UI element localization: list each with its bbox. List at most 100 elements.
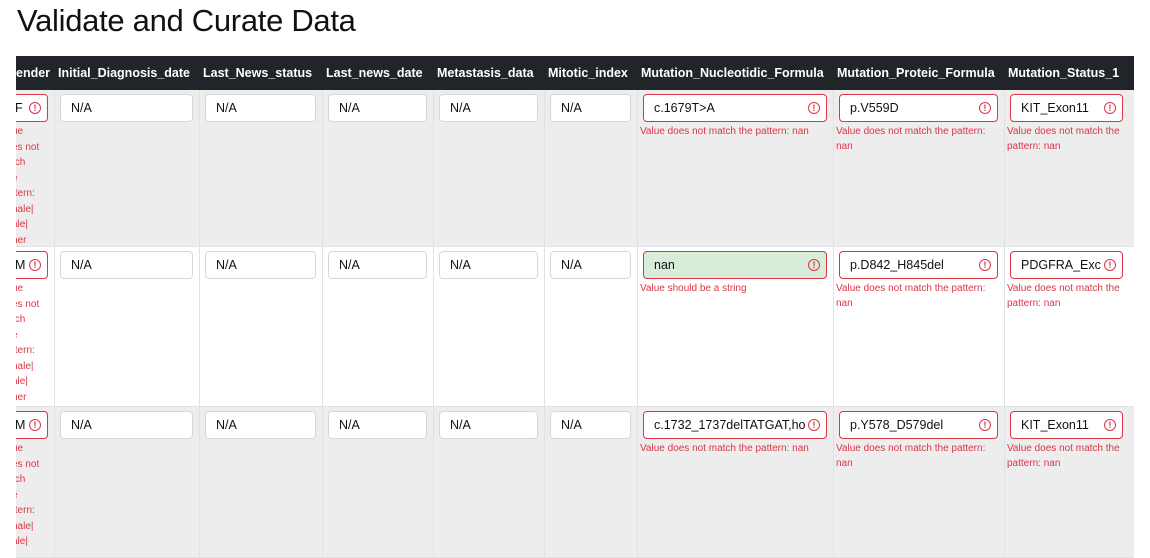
cell-input-last-news-status[interactable]: N/A	[205, 251, 316, 279]
cell-input-last-news-date[interactable]: N/A	[328, 94, 427, 122]
cell-input-last-news-date[interactable]: N/A	[328, 411, 427, 439]
cell-input-mitotic-index[interactable]: N/A	[550, 251, 631, 279]
validation-error-line: e	[16, 328, 46, 344]
validation-error: Value does not match the pattern: nan	[1007, 126, 1120, 152]
validation-error-line: es not	[16, 458, 40, 470]
validation-error-line: ue	[16, 126, 24, 137]
cell-input-mutation-nucleotidic-formula[interactable]: c.1732_1737delTATGAT,ho!	[643, 411, 827, 439]
validation-error-line: tch	[16, 474, 26, 485]
validation-error-line: ue	[16, 443, 24, 454]
cell-input-mutation-status-1[interactable]: KIT_Exon11!	[1010, 411, 1123, 439]
cell-input-last-news-status[interactable]: N/A	[205, 411, 316, 439]
exclamation-circle-icon: !	[1104, 419, 1116, 431]
validation-error: Value does not match the pattern: nan	[640, 443, 809, 454]
validation-error-line: ale|	[16, 219, 28, 230]
validation-error-line: es not	[16, 141, 40, 153]
column-divider	[54, 247, 55, 406]
column-divider	[322, 407, 323, 557]
cell-input-mutation-proteic-formula[interactable]: p.Y578_D579del!	[839, 411, 998, 439]
validation-error-line: e	[16, 488, 46, 504]
validation-error-line: nale|	[16, 360, 34, 372]
cell-input-metastasis-data[interactable]: N/A	[439, 251, 538, 279]
cell-value: N/A	[561, 101, 582, 115]
cell-input-mutation-proteic-formula[interactable]: p.V559D!	[839, 94, 998, 122]
data-table: ender Initial_Diagnosis_date Last_News_sta…	[16, 56, 1134, 558]
validation-error: Value does not match the pattern: nan	[836, 126, 986, 152]
validation-error-line: ue	[16, 283, 24, 294]
cell-value: N/A	[71, 418, 92, 432]
column-header-mitotic-index[interactable]: Mitotic_index	[544, 56, 637, 90]
cell-value: nan	[654, 258, 675, 272]
column-header-mutation-nucleotidic-formula[interactable]: Mutation_Nucleotidic_Formula	[637, 56, 833, 90]
cell-input-mutation-nucleotidic-formula[interactable]: c.1679T>A!	[643, 94, 827, 122]
cell-value: N/A	[71, 258, 92, 272]
cell-input-metastasis-data[interactable]: N/A	[439, 411, 538, 439]
column-header-mutation-status-1[interactable]: Mutation_Status_1	[1004, 56, 1129, 90]
cell-input-mutation-nucleotidic-formula[interactable]: nan!	[643, 251, 827, 279]
validation-error: ue es not tch ettern: nale| ale|	[16, 441, 46, 550]
column-divider	[322, 247, 323, 406]
cell-value: KIT_Exon11	[1021, 418, 1089, 432]
cell-value: N/A	[216, 258, 237, 272]
cell-value: M	[16, 418, 26, 432]
cell-input-gender[interactable]: M!	[16, 411, 48, 439]
cell-input-gender[interactable]: F!	[16, 94, 48, 122]
exclamation-circle-icon: !	[29, 102, 41, 114]
validation-error: ue es not tch ettern: nale| ale| her	[16, 124, 46, 248]
exclamation-circle-icon: !	[808, 102, 820, 114]
cell-value: c.1732_1737delTATGAT,ho	[654, 418, 806, 432]
cell-input-mitotic-index[interactable]: N/A	[550, 411, 631, 439]
column-header-mutation-proteic-formula[interactable]: Mutation_Proteic_Formula	[833, 56, 1004, 90]
exclamation-circle-icon: !	[808, 419, 820, 431]
validation-error-line: ale|	[16, 536, 28, 547]
validation-error: Value does not match the pattern: nan	[1007, 443, 1120, 469]
column-header-initial-diagnosis-date[interactable]: Initial_Diagnosis_date	[54, 56, 199, 90]
cell-value: c.1679T>A	[654, 101, 715, 115]
cell-input-mitotic-index[interactable]: N/A	[550, 94, 631, 122]
cell-input-initial-diagnosis-date[interactable]: N/A	[60, 411, 193, 439]
cell-input-mutation-status-1[interactable]: PDGFRA_Exc!	[1010, 251, 1123, 279]
column-header-last-news-date[interactable]: Last_news_date	[322, 56, 433, 90]
cell-input-initial-diagnosis-date[interactable]: N/A	[60, 94, 193, 122]
validation-error: Value should be a string	[640, 283, 747, 294]
column-divider	[1004, 247, 1005, 406]
cell-value: M	[16, 258, 26, 272]
cell-value: N/A	[450, 101, 471, 115]
cell-value: N/A	[71, 101, 92, 115]
cell-input-mutation-status-1[interactable]: KIT_Exon11!	[1010, 94, 1123, 122]
table-header: ender Initial_Diagnosis_date Last_News_sta…	[16, 56, 1134, 90]
table-row: M! ue es not tch ettern: nale| ale| her N/A N/A N/…	[16, 247, 1134, 407]
cell-value: PDGFRA_Exc	[1021, 258, 1101, 272]
validation-error: ue es not tch ettern: nale| ale| her	[16, 281, 46, 405]
exclamation-circle-icon: !	[1104, 259, 1116, 271]
column-divider	[544, 90, 545, 246]
table-row: F! ue es not tch ettern: nale| ale| her N/A N/A N/…	[16, 90, 1134, 247]
cell-input-gender[interactable]: M!	[16, 251, 48, 279]
column-divider	[433, 90, 434, 246]
cell-input-last-news-date[interactable]: N/A	[328, 251, 427, 279]
validation-error: Value does not match the pattern: nan	[836, 443, 986, 469]
cell-input-last-news-status[interactable]: N/A	[205, 94, 316, 122]
cell-value: N/A	[216, 418, 237, 432]
column-header-last-news-status[interactable]: Last_News_status	[199, 56, 322, 90]
column-header-metastasis-data[interactable]: Metastasis_data	[433, 56, 544, 90]
column-divider	[433, 247, 434, 406]
validation-error-line: nale|	[16, 203, 34, 215]
validation-error: Value does not match the pattern: nan	[1007, 283, 1120, 309]
cell-input-metastasis-data[interactable]: N/A	[439, 94, 538, 122]
validation-error-line: tch	[16, 314, 26, 325]
column-divider	[637, 407, 638, 557]
cell-value: N/A	[561, 258, 582, 272]
column-header-gender[interactable]: ender	[16, 56, 50, 90]
cell-value: N/A	[339, 101, 360, 115]
cell-value: p.Y578_D579del	[850, 418, 944, 432]
column-divider	[433, 407, 434, 557]
validation-error-line: tch	[16, 157, 26, 168]
cell-input-initial-diagnosis-date[interactable]: N/A	[60, 251, 193, 279]
cell-value: N/A	[339, 418, 360, 432]
cell-input-mutation-proteic-formula[interactable]: p.D842_H845del!	[839, 251, 998, 279]
validation-error-line: ttern:	[16, 345, 35, 356]
column-divider	[833, 407, 834, 557]
validation-error: Value does not match the pattern: nan	[640, 126, 809, 137]
column-divider	[1004, 90, 1005, 246]
